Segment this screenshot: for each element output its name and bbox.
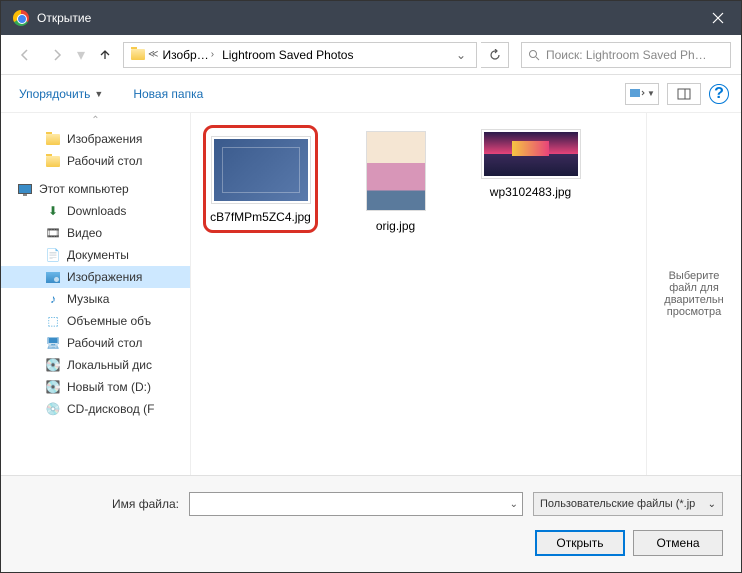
tree-item-localdisk[interactable]: 💽Локальный дис [1, 354, 190, 376]
preview-pane-button[interactable] [667, 83, 701, 105]
chevron-down-icon: ▼ [94, 89, 103, 99]
file-thumbnail [481, 129, 581, 179]
file-list: cB7fMPm5ZC4.jpg orig.jpg wp3102483.jpg [191, 113, 646, 475]
breadcrumb-segment[interactable]: Изобр…› [159, 48, 219, 62]
chevron-down-icon[interactable]: ⌄ [510, 499, 518, 510]
chevron-down-icon: ⌄ [708, 499, 716, 510]
close-button[interactable] [695, 1, 741, 35]
breadcrumb-dropdown-icon[interactable]: ⌄ [450, 48, 472, 62]
tree-item-documents[interactable]: 📄Документы [1, 244, 190, 266]
breadcrumb-segment[interactable]: Lightroom Saved Photos [218, 48, 357, 62]
back-button[interactable] [11, 42, 39, 68]
file-thumbnail [364, 129, 428, 213]
main-area: ⌃ Изображения Рабочий стол Этот компьюте… [1, 113, 741, 475]
view-mode-button[interactable]: ▼ [625, 83, 659, 105]
search-icon [528, 49, 540, 61]
tree-item-thispc[interactable]: Этот компьютер [1, 178, 190, 200]
file-item[interactable]: orig.jpg [338, 125, 453, 237]
tree-item-images-selected[interactable]: Изображения [1, 266, 190, 288]
search-placeholder: Поиск: Lightroom Saved Ph… [546, 48, 707, 62]
file-name: wp3102483.jpg [490, 185, 571, 199]
window-title: Открытие [37, 11, 695, 25]
titlebar: Открытие [1, 1, 741, 35]
tree-item-cddrive[interactable]: 💿CD-дисковод (F [1, 398, 190, 420]
file-thumbnail [211, 136, 311, 204]
nav-bar: ▾ ≪ Изобр…› Lightroom Saved Photos ⌄ Пои… [1, 35, 741, 75]
tree-item-desktop[interactable]: Рабочий стол [1, 150, 190, 172]
file-item[interactable]: wp3102483.jpg [473, 125, 588, 203]
toolbar: Упорядочить ▼ Новая папка ▼ ? [1, 75, 741, 113]
cancel-button[interactable]: Отмена [633, 530, 723, 556]
up-button[interactable] [91, 42, 119, 68]
refresh-button[interactable] [481, 42, 509, 68]
file-name: cB7fMPm5ZC4.jpg [210, 210, 311, 224]
new-folder-button[interactable]: Новая папка [127, 83, 209, 105]
file-item-highlighted[interactable]: cB7fMPm5ZC4.jpg [203, 125, 318, 233]
tree-item-music[interactable]: ♪Музыка [1, 288, 190, 310]
nav-tree: ⌃ Изображения Рабочий стол Этот компьюте… [1, 113, 191, 475]
preview-pane: Выберите файл для дварительн просмотра [646, 113, 741, 475]
tree-item-downloads[interactable]: ⬇Downloads [1, 200, 190, 222]
filename-label: Имя файла: [19, 497, 179, 511]
tree-scroll-up[interactable]: ⌃ [1, 113, 190, 128]
file-open-dialog: Открытие ▾ ≪ Изобр…› Lightroom Saved Pho… [0, 0, 742, 573]
tree-item-videos[interactable]: 🎞Видео [1, 222, 190, 244]
breadcrumb[interactable]: ≪ Изобр…› Lightroom Saved Photos ⌄ [123, 42, 477, 68]
filename-input[interactable]: ⌄ [189, 492, 523, 516]
nav-dropdown-icon[interactable]: ▾ [77, 45, 85, 65]
preview-placeholder: Выберите файл для дварительн просмотра [655, 270, 733, 318]
chrome-icon [13, 10, 29, 26]
folder-icon [128, 47, 148, 63]
tree-item-newvolume[interactable]: 💽Новый том (D:) [1, 376, 190, 398]
chevron-icon: ≪ [148, 49, 158, 60]
search-input[interactable]: Поиск: Lightroom Saved Ph… [521, 42, 731, 68]
file-type-filter[interactable]: Пользовательские файлы (*.jp ⌄ [533, 492, 723, 516]
dialog-footer: Имя файла: ⌄ Пользовательские файлы (*.j… [1, 475, 741, 572]
forward-button[interactable] [43, 42, 71, 68]
file-name: orig.jpg [376, 219, 415, 233]
tree-item-images[interactable]: Изображения [1, 128, 190, 150]
tree-item-desktop2[interactable]: 🖥Рабочий стол [1, 332, 190, 354]
open-button[interactable]: Открыть [535, 530, 625, 556]
help-icon[interactable]: ? [709, 84, 729, 104]
organize-button[interactable]: Упорядочить ▼ [13, 83, 109, 105]
tree-item-3dobjects[interactable]: ⬚Объемные объ [1, 310, 190, 332]
